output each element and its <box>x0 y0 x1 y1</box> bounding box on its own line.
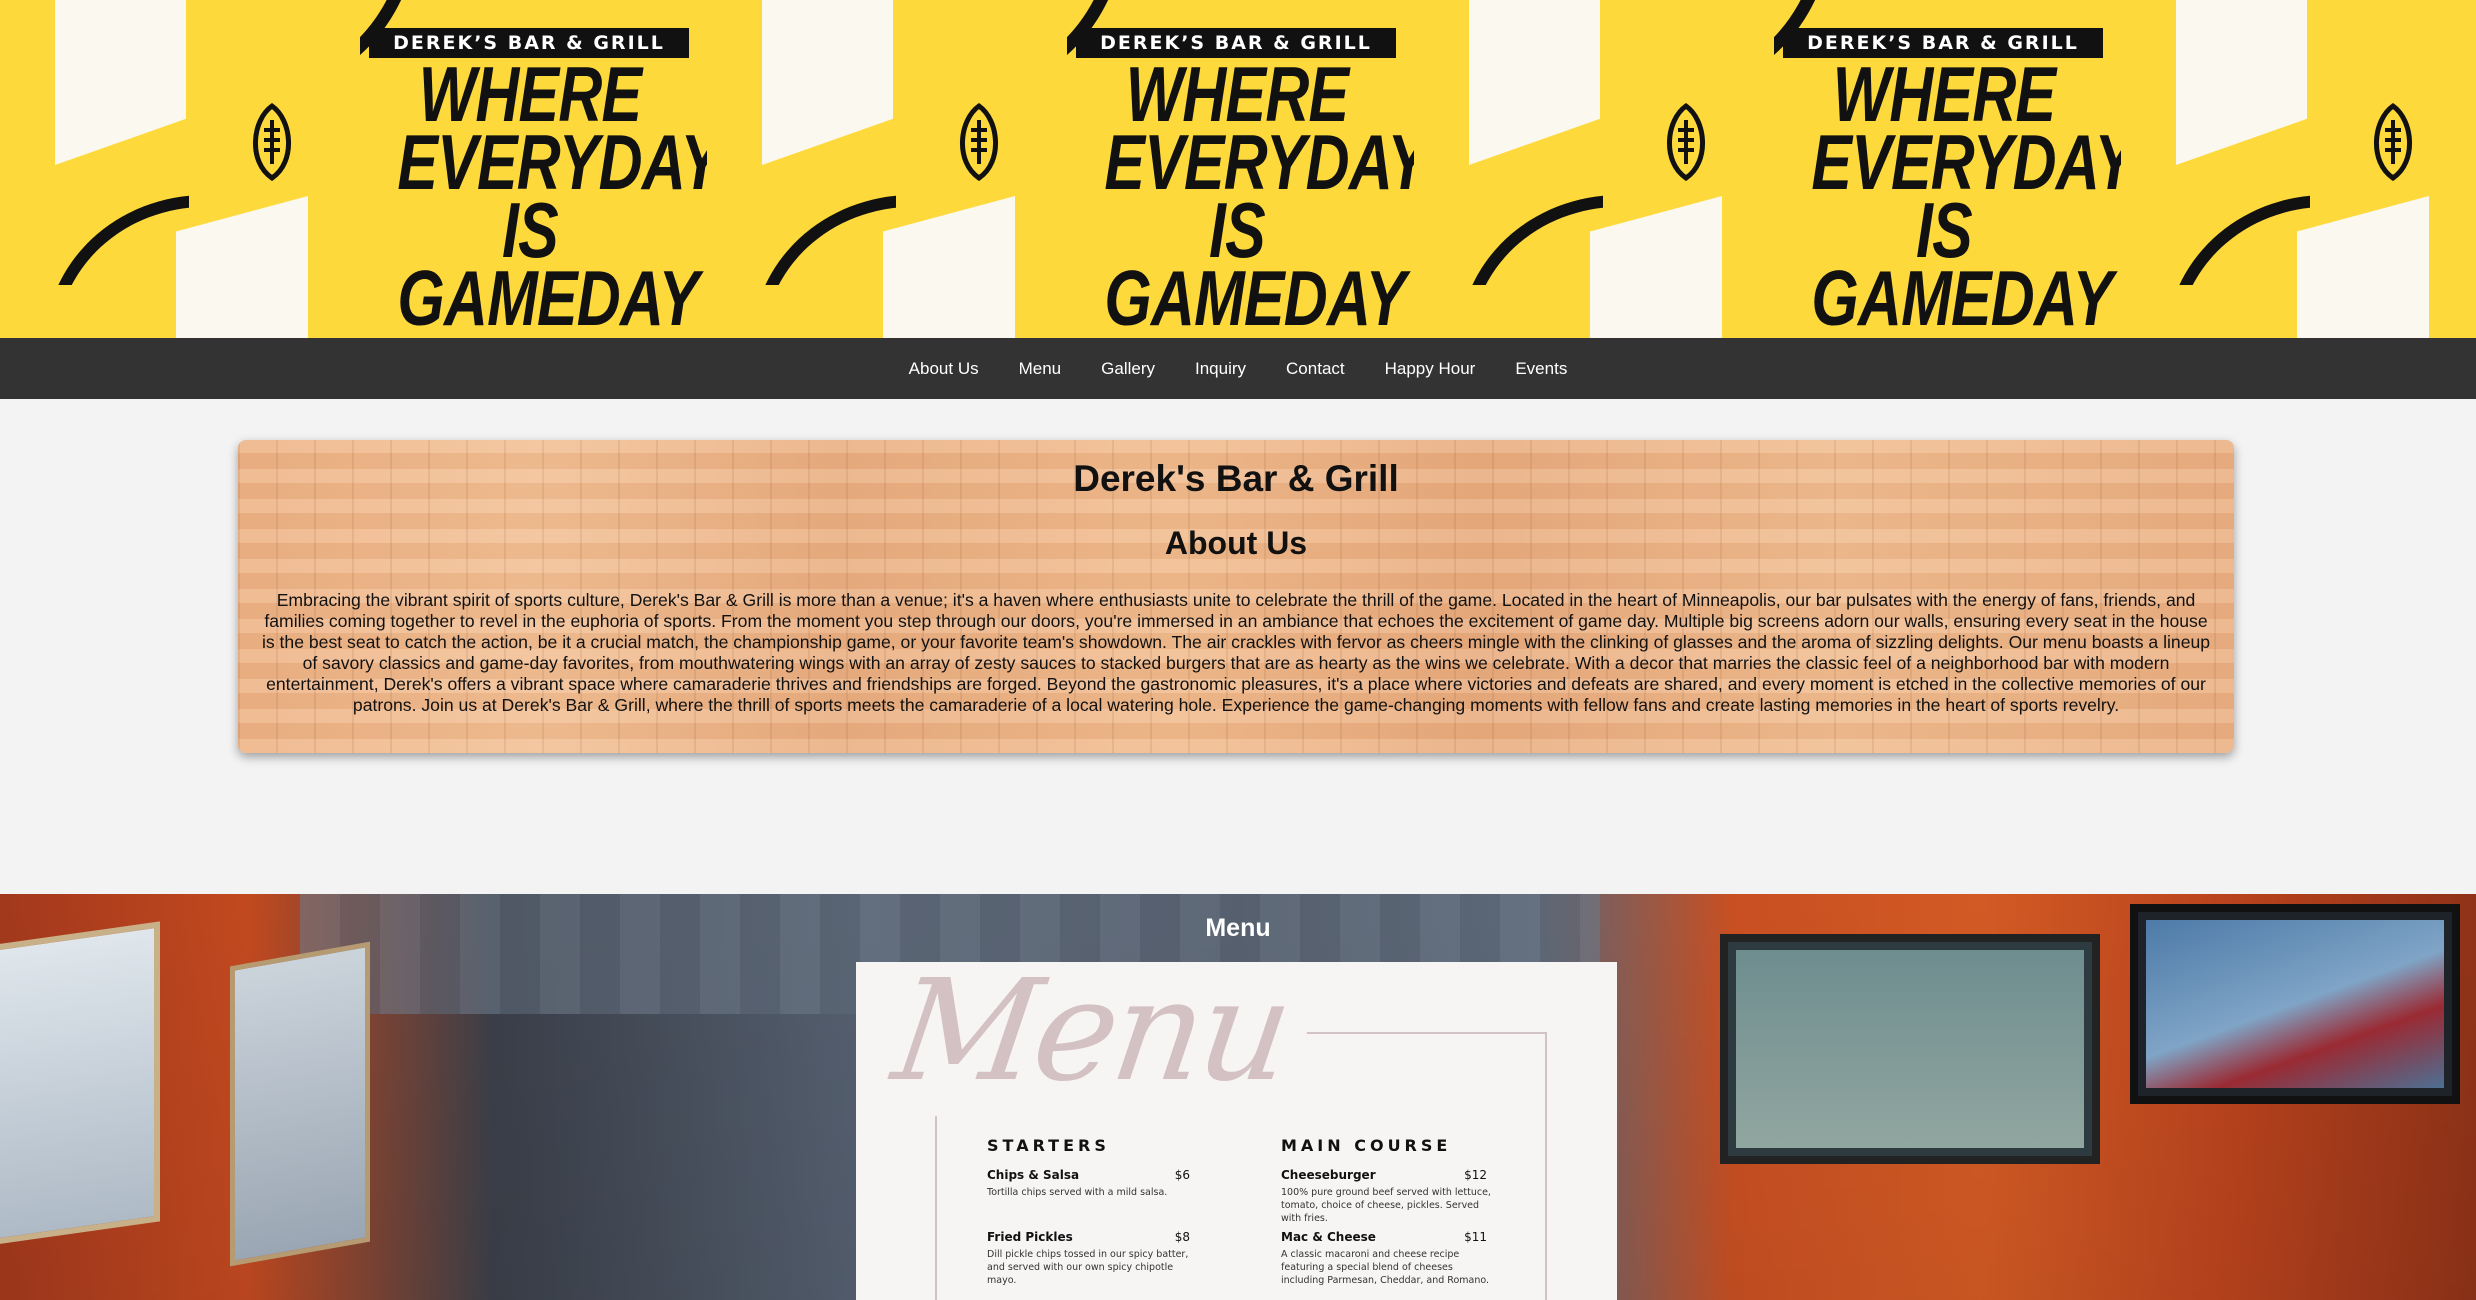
football-icon <box>960 102 998 182</box>
football-icon <box>2374 102 2412 182</box>
banner-tile: DEREK’S BAR & GRILL WHERE EVERYDAY IS GA… <box>1414 0 2121 338</box>
nav-link-inquiry[interactable]: Inquiry <box>1175 338 1266 399</box>
main-nav: About Us Menu Gallery Inquiry Contact Ha… <box>0 338 2476 399</box>
menu-item-price: $12 <box>1464 1168 1487 1182</box>
banner-slogan: WHERE EVERYDAY IS GAMEDAY <box>397 50 707 338</box>
nav-link-gallery[interactable]: Gallery <box>1081 338 1175 399</box>
menu-item-price: $11 <box>1464 1230 1487 1244</box>
nav-link-events[interactable]: Events <box>1495 338 1587 399</box>
menu-section-title: Menu <box>1205 914 1271 942</box>
banner-tile: DEREK’S BAR & GRILL WHERE EVERYDAY IS GA… <box>0 0 707 338</box>
banner-tile <box>2121 0 2476 338</box>
about-body: Embracing the vibrant spirit of sports c… <box>261 590 2211 715</box>
menu-item-desc: Dill pickle chips tossed in our spicy ba… <box>987 1249 1189 1286</box>
background-photo-frame <box>0 921 160 1247</box>
menu-image: Menu STARTERS Chips & Salsa $6 Tortilla … <box>856 962 1617 1300</box>
menu-item-desc: Tortilla chips served with a mild salsa. <box>987 1187 1168 1198</box>
about-heading: About Us <box>1164 525 1308 561</box>
menu-item-desc: A classic macaroni and cheese recipe fea… <box>1281 1249 1490 1286</box>
about-section: Derek's Bar & Grill About Us Embracing t… <box>238 440 2234 753</box>
nav-link-happy-hour[interactable]: Happy Hour <box>1365 338 1496 399</box>
menu-item-desc: 100% pure ground beef served with lettuc… <box>1281 1187 1491 1224</box>
menu-item-name: Cheeseburger <box>1281 1168 1376 1182</box>
menu-item-price: $6 <box>1174 1168 1190 1182</box>
menu-script-title: Menu <box>884 962 1319 1116</box>
football-icon <box>1667 102 1705 182</box>
main-course-heading: MAIN COURSE <box>1281 1136 1452 1155</box>
banner-tile: DEREK’S BAR & GRILL WHERE EVERYDAY IS GA… <box>707 0 1414 338</box>
background-tv <box>1720 934 2100 1164</box>
hero-banner: DEREK’S BAR & GRILL WHERE EVERYDAY IS GA… <box>0 0 2476 338</box>
menu-item-name: Mac & Cheese <box>1281 1230 1376 1244</box>
nav-link-menu[interactable]: Menu <box>999 338 1082 399</box>
menu-item-name: Fried Pickles <box>987 1230 1073 1244</box>
banner-slogan: WHERE EVERYDAY IS GAMEDAY <box>1811 50 2121 338</box>
menu-section: Menu Menu STARTERS Chips & Salsa $6 Tort… <box>0 894 2476 1300</box>
menu-item-price: $8 <box>1174 1230 1190 1244</box>
menu-item-name: Chips & Salsa <box>987 1168 1080 1182</box>
site-title: Derek's Bar & Grill <box>1073 458 1399 499</box>
banner-slogan: WHERE EVERYDAY IS GAMEDAY <box>1104 50 1414 338</box>
football-icon <box>253 102 291 182</box>
nav-link-contact[interactable]: Contact <box>1266 338 1365 399</box>
nav-link-about-us[interactable]: About Us <box>889 338 999 399</box>
starters-heading: STARTERS <box>987 1136 1110 1155</box>
background-photo-frame <box>230 941 370 1267</box>
